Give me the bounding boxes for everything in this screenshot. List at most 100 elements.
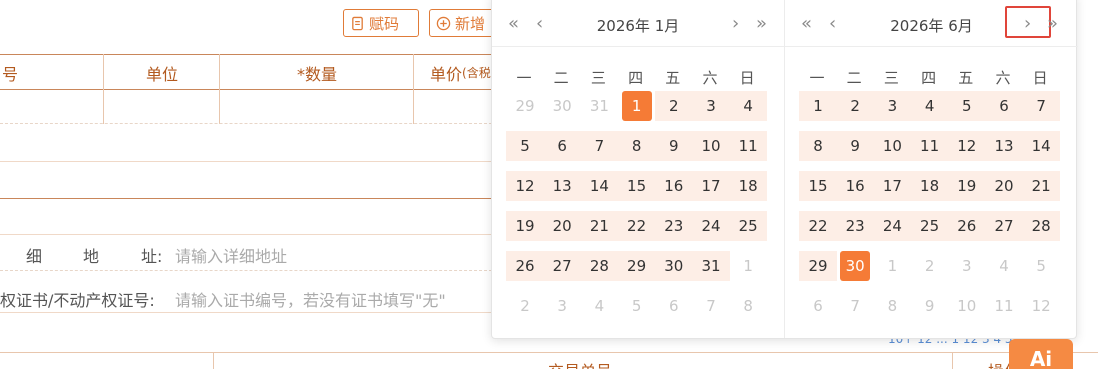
day-cell[interactable]: 4 <box>580 291 618 321</box>
day-cell[interactable]: 7 <box>1022 91 1061 121</box>
day-cell[interactable]: 13 <box>543 171 582 201</box>
day-cell[interactable]: 1 <box>799 91 837 121</box>
next-month-button-left[interactable]: › <box>732 13 739 35</box>
day-cell[interactable]: 5 <box>947 91 986 121</box>
day-cell[interactable]: 14 <box>580 171 619 201</box>
day-cell[interactable]: 6 <box>655 291 693 321</box>
ai-assistant-button[interactable]: Ai <box>1009 339 1073 369</box>
day-cell[interactable]: 11 <box>910 131 949 161</box>
day-cell[interactable]: 29 <box>799 251 837 281</box>
day-cell[interactable]: 19 <box>947 171 986 201</box>
day-cell[interactable]: 28 <box>580 251 619 281</box>
day-cell[interactable]: 3 <box>692 91 730 121</box>
day-cell[interactable]: 13 <box>985 131 1023 161</box>
day-cell[interactable]: 31 <box>580 91 618 121</box>
row-divider <box>0 312 492 313</box>
day-cell[interactable]: 2 <box>836 91 875 121</box>
bottom-table-divider <box>952 352 953 369</box>
day-cell[interactable]: 16 <box>654 171 693 201</box>
day-cell[interactable]: 24 <box>692 211 730 241</box>
day-cell[interactable]: 29 <box>506 91 544 121</box>
day-cell[interactable]: 9 <box>911 291 949 321</box>
day-cell[interactable]: 22 <box>799 211 837 241</box>
selected-day-cell[interactable]: 30 <box>840 251 871 281</box>
day-cell[interactable]: 8 <box>799 131 837 161</box>
day-cell[interactable]: 26 <box>506 251 544 281</box>
day-cell[interactable]: 31 <box>692 251 730 281</box>
day-cell[interactable]: 10 <box>873 131 912 161</box>
day-cell[interactable]: 17 <box>873 171 912 201</box>
bottom-header-detail: 交易单号 <box>548 358 612 369</box>
day-cell[interactable]: 21 <box>1022 171 1061 201</box>
day-cell[interactable]: 11 <box>729 131 768 161</box>
next-year-button[interactable]: » <box>1047 13 1058 35</box>
day-cell[interactable]: 8 <box>617 131 656 161</box>
day-cell[interactable]: 14 <box>1022 131 1061 161</box>
day-cell[interactable]: 9 <box>836 131 875 161</box>
day-cell[interactable]: 10 <box>692 131 730 161</box>
day-cell[interactable]: 16 <box>836 171 875 201</box>
row-divider <box>0 123 492 124</box>
day-cell[interactable]: 8 <box>873 291 911 321</box>
weekday-label: 日 <box>1032 69 1048 87</box>
day-cell[interactable]: 11 <box>985 291 1023 321</box>
day-cell[interactable]: 23 <box>836 211 875 241</box>
day-cell[interactable]: 6 <box>543 131 582 161</box>
day-cell[interactable]: 25 <box>910 211 949 241</box>
day-cell[interactable]: 18 <box>729 171 768 201</box>
day-cell[interactable]: 4 <box>910 91 949 121</box>
day-cell[interactable]: 7 <box>836 291 874 321</box>
day-cell[interactable]: 18 <box>910 171 949 201</box>
next-year-button-left[interactable]: » <box>756 13 767 35</box>
day-cell[interactable]: 19 <box>506 211 544 241</box>
day-cell[interactable]: 20 <box>985 171 1023 201</box>
day-cell[interactable]: 2 <box>506 291 544 321</box>
day-cell[interactable]: 2 <box>911 251 949 281</box>
day-cell[interactable]: 5 <box>506 131 544 161</box>
day-cell[interactable]: 3 <box>948 251 986 281</box>
day-cell[interactable]: 29 <box>617 251 656 281</box>
day-cell[interactable]: 12 <box>1022 291 1060 321</box>
day-cell[interactable]: 5 <box>1022 251 1060 281</box>
day-cell[interactable]: 28 <box>1022 211 1061 241</box>
day-cell[interactable]: 3 <box>543 291 581 321</box>
day-cell[interactable]: 22 <box>617 211 656 241</box>
day-cell[interactable]: 24 <box>873 211 912 241</box>
day-cell[interactable]: 10 <box>948 291 986 321</box>
day-cell[interactable]: 25 <box>729 211 768 241</box>
next-month-button[interactable]: › <box>1024 13 1031 35</box>
add-button[interactable]: 新增 <box>429 9 499 37</box>
day-cell[interactable]: 26 <box>947 211 986 241</box>
day-cell[interactable]: 6 <box>799 291 837 321</box>
day-cell[interactable]: 30 <box>654 251 693 281</box>
day-cell[interactable]: 27 <box>985 211 1023 241</box>
day-cell[interactable]: 3 <box>873 91 912 121</box>
address-input[interactable]: 请输入详细地址 <box>175 243 287 267</box>
certificate-input[interactable]: 请输入证书编号，若没有证书填写"无" <box>175 287 446 311</box>
day-cell[interactable]: 12 <box>506 171 544 201</box>
day-cell[interactable]: 4 <box>985 251 1023 281</box>
day-cell[interactable]: 2 <box>654 91 693 121</box>
day-cell[interactable]: 6 <box>985 91 1023 121</box>
assign-code-button[interactable]: 赋码 <box>343 9 419 37</box>
header-col-unit: 单位 <box>145 64 178 84</box>
day-cell[interactable]: 15 <box>799 171 837 201</box>
day-cell[interactable]: 4 <box>729 91 768 121</box>
day-cell[interactable]: 1 <box>729 251 767 281</box>
day-cell[interactable]: 21 <box>580 211 619 241</box>
day-cell[interactable]: 8 <box>729 291 767 321</box>
day-cell[interactable]: 23 <box>654 211 693 241</box>
day-cell[interactable]: 7 <box>580 131 619 161</box>
day-cell[interactable]: 5 <box>618 291 656 321</box>
day-cell[interactable]: 1 <box>873 251 911 281</box>
day-cell[interactable]: 7 <box>692 291 730 321</box>
day-cell[interactable]: 15 <box>617 171 656 201</box>
day-cell[interactable]: 20 <box>543 211 582 241</box>
day-cell[interactable]: 27 <box>543 251 582 281</box>
selected-day-cell[interactable]: 1 <box>621 91 652 121</box>
day-cell[interactable]: 9 <box>654 131 693 161</box>
day-cell[interactable]: 30 <box>543 91 581 121</box>
day-cell[interactable]: 17 <box>692 171 730 201</box>
weekday-label: 二 <box>553 69 569 87</box>
day-cell[interactable]: 12 <box>947 131 986 161</box>
